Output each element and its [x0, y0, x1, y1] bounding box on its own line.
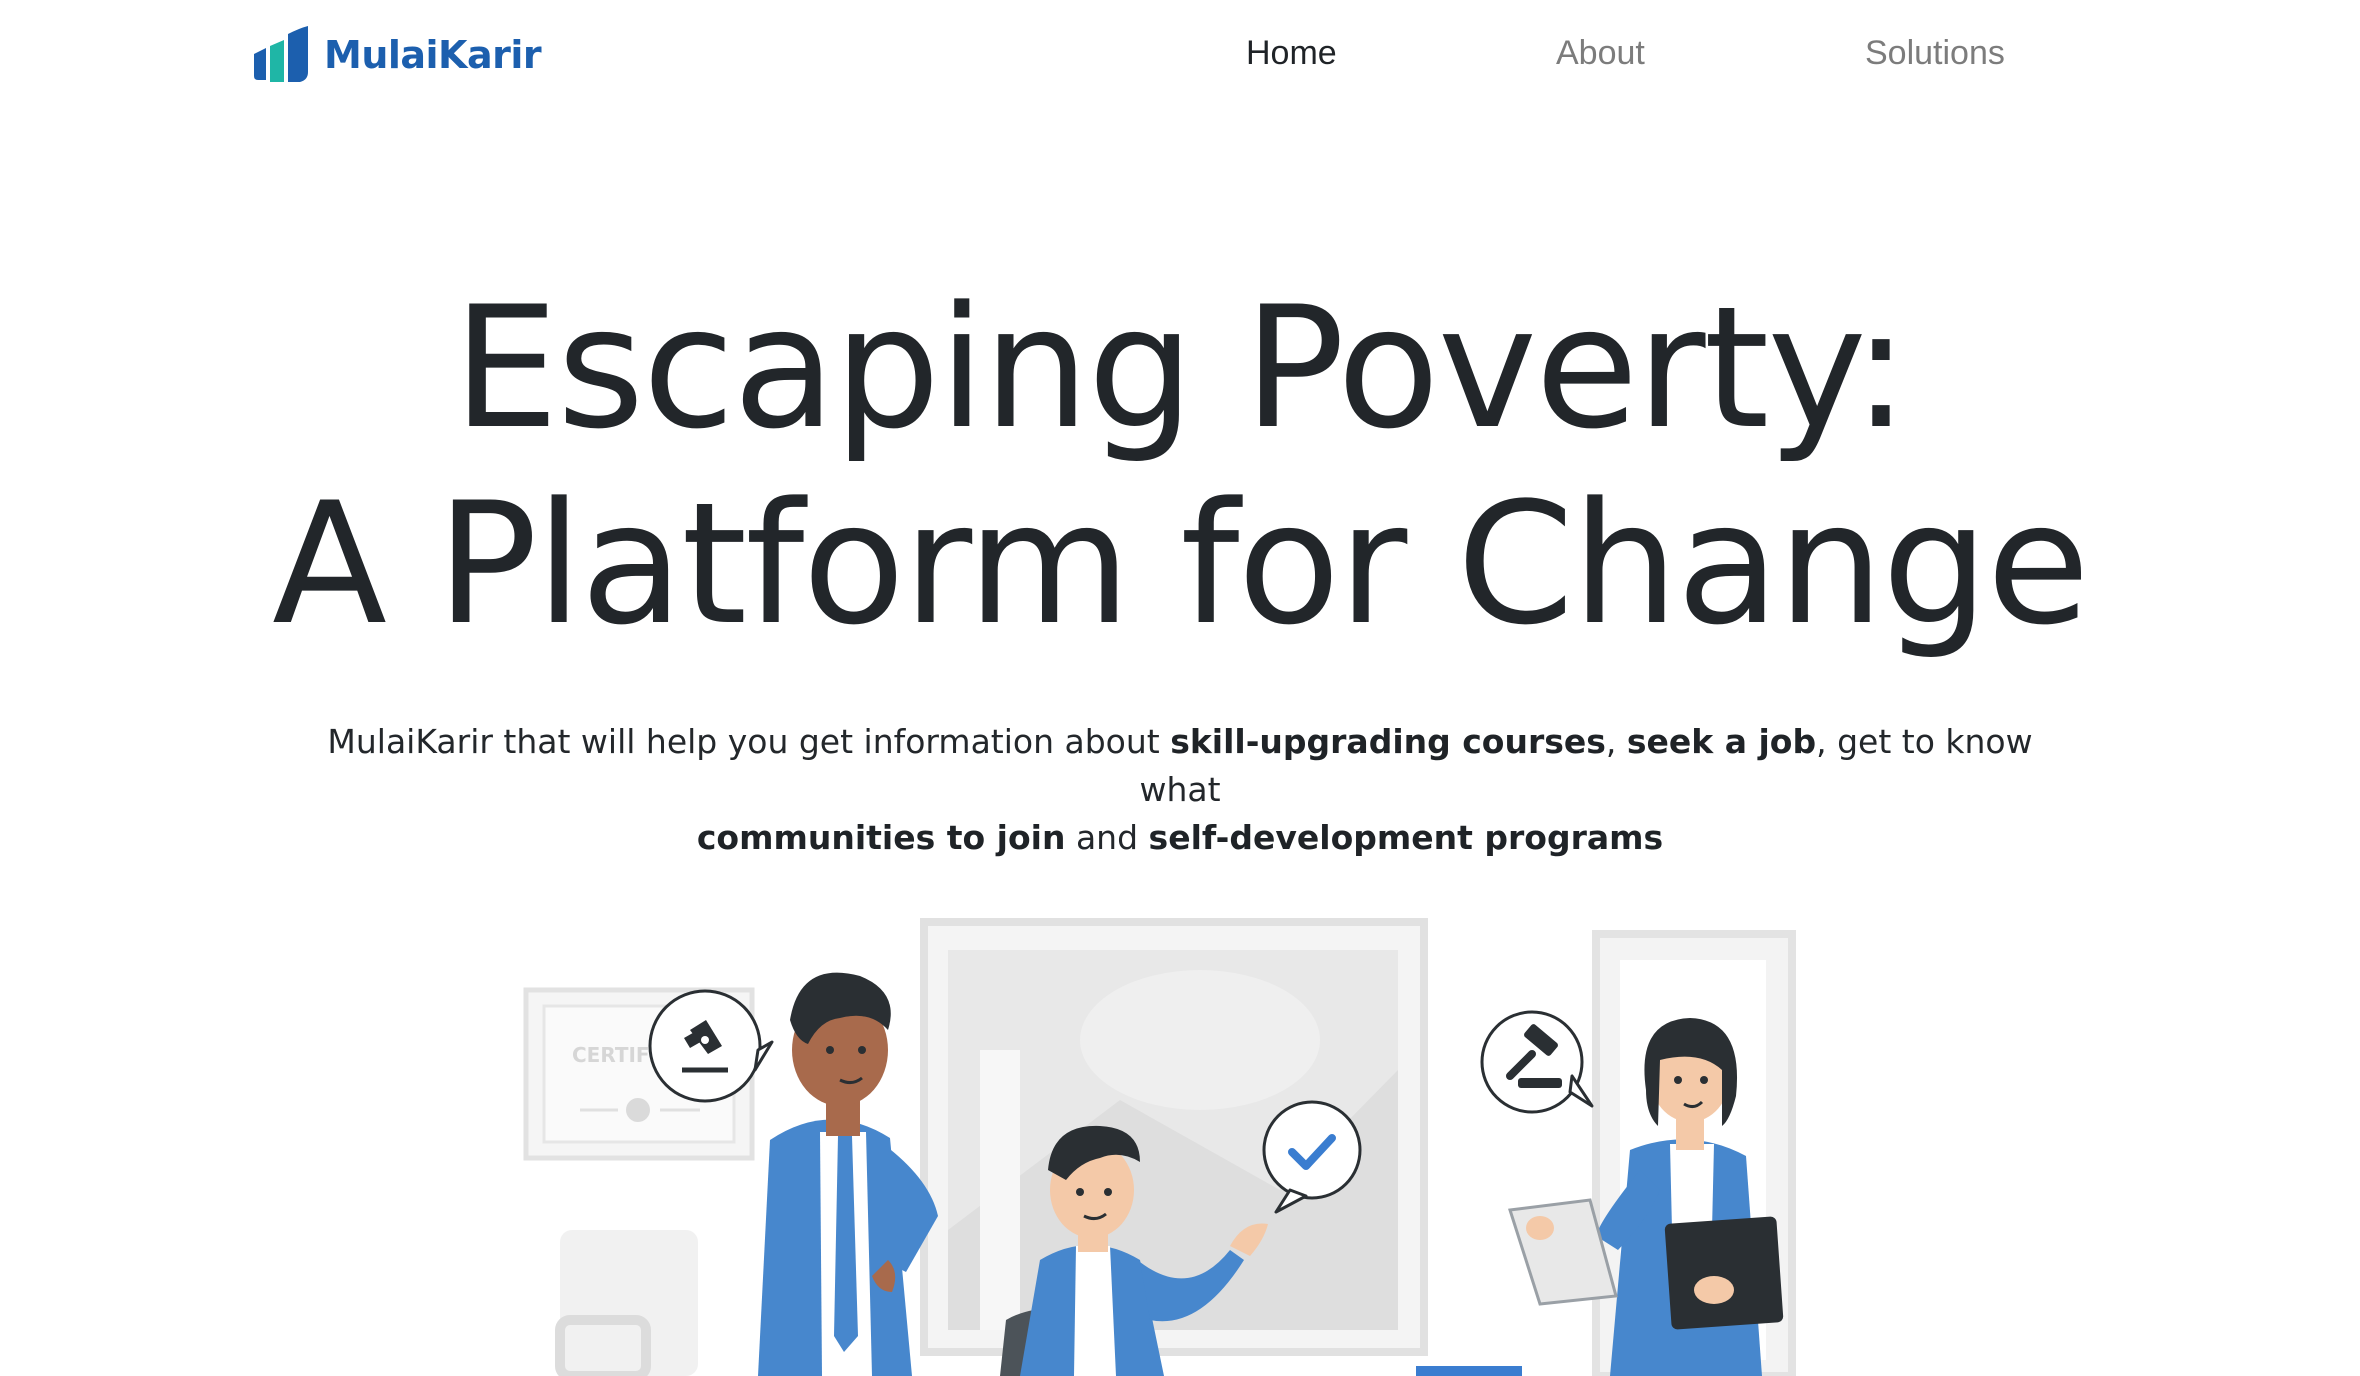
- hero-illustration: CERTIFI: [523, 918, 1796, 1376]
- hero-desc-bold-programs: self-development programs: [1148, 818, 1664, 857]
- navbar: MulaiKarir Home About Solutions: [0, 0, 2360, 110]
- hero-desc-text-2: ,: [1605, 722, 1627, 761]
- hero-desc-text-4: and: [1065, 818, 1149, 857]
- hero-desc-text-1: MulaiKarir that will help you get inform…: [327, 722, 1171, 761]
- certificate-text: CERTIFI: [572, 1043, 657, 1067]
- hero-title: Escaping Poverty: A Platform for Change: [0, 270, 2360, 662]
- nav-about-link[interactable]: About: [1556, 34, 1645, 73]
- hero-title-line-1: Escaping Poverty:: [452, 270, 1909, 466]
- gavel-bubble: [1480, 1010, 1594, 1114]
- man-standing: [758, 972, 938, 1376]
- brand-logo-icon: [254, 26, 308, 82]
- brand-name: MulaiKarir: [324, 33, 542, 77]
- hero-title-line-2: A Platform for Change: [272, 466, 2090, 662]
- nav-solutions-link[interactable]: Solutions: [1865, 34, 2005, 73]
- hero-description: MulaiKarir that will help you get inform…: [300, 718, 2060, 862]
- hero-desc-bold-job: seek a job: [1626, 722, 1817, 761]
- brand-link[interactable]: MulaiKarir: [250, 24, 542, 86]
- hero-desc-bold-communities: communities to join: [696, 818, 1066, 857]
- hero-desc-bold-courses: skill-upgrading courses: [1170, 722, 1606, 761]
- desk-edge: [1416, 1366, 1522, 1376]
- page: MulaiKarir Home About Solutions Escaping…: [0, 0, 2360, 1376]
- coffee-machine: [555, 1230, 698, 1376]
- nav-home-link[interactable]: Home: [1246, 34, 1337, 73]
